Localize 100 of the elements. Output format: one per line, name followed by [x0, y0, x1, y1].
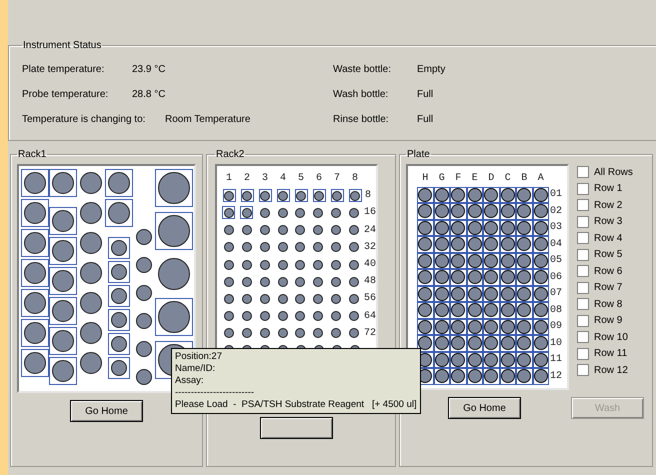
tube-slot[interactable] — [348, 326, 361, 340]
tube-slot[interactable] — [21, 169, 49, 197]
plate-well[interactable] — [483, 302, 500, 318]
checkbox[interactable] — [577, 199, 589, 212]
plate-well[interactable] — [434, 203, 450, 220]
plate-well[interactable] — [483, 286, 500, 302]
tube-slot[interactable] — [222, 326, 236, 340]
checkbox[interactable] — [577, 265, 589, 278]
checkbox[interactable] — [577, 166, 589, 178]
tube-slot[interactable] — [108, 261, 130, 283]
checkbox[interactable] — [577, 182, 589, 195]
plate-well[interactable] — [532, 186, 549, 203]
plate-well[interactable] — [516, 203, 532, 220]
plate-well[interactable] — [532, 352, 549, 368]
tube-slot[interactable] — [312, 206, 325, 220]
tube-slot[interactable] — [294, 326, 307, 340]
plate-well[interactable] — [532, 236, 549, 252]
tube-slot[interactable] — [240, 292, 254, 306]
plate-well[interactable] — [532, 335, 549, 352]
tube-slot[interactable] — [258, 258, 272, 272]
tube-slot[interactable] — [312, 326, 325, 340]
plate-well[interactable] — [532, 203, 549, 220]
tube-slot[interactable] — [222, 189, 236, 202]
tube-slot[interactable] — [258, 206, 272, 220]
tube-slot[interactable] — [105, 199, 133, 227]
plate-well[interactable] — [516, 318, 532, 335]
plate-well[interactable] — [434, 220, 450, 236]
tube-slot[interactable] — [21, 289, 49, 317]
tube-slot[interactable] — [108, 309, 130, 331]
plate-well[interactable] — [417, 203, 434, 220]
tube-slot[interactable] — [49, 297, 77, 325]
plate-well[interactable] — [532, 302, 549, 318]
tube-slot[interactable] — [240, 326, 254, 340]
tube-slot[interactable] — [312, 292, 325, 306]
checkbox[interactable] — [577, 282, 589, 294]
tube-slot[interactable] — [294, 258, 307, 272]
plate-well[interactable] — [417, 286, 434, 302]
tube-slot[interactable] — [312, 258, 325, 272]
tube-slot[interactable] — [240, 189, 254, 202]
tube-slot[interactable] — [348, 189, 362, 202]
plate-well[interactable] — [483, 186, 500, 203]
tube-slot[interactable] — [276, 292, 290, 306]
tube-slot[interactable] — [312, 189, 326, 202]
plate-well[interactable] — [466, 203, 483, 220]
plate-well[interactable] — [466, 286, 483, 302]
tube-slot[interactable] — [348, 240, 361, 254]
tube-slot[interactable] — [276, 258, 290, 272]
plate-well[interactable] — [483, 236, 500, 252]
checkbox[interactable] — [577, 298, 589, 310]
tube-slot[interactable] — [222, 292, 236, 306]
checkbox[interactable] — [577, 364, 589, 376]
tube-slot[interactable] — [222, 240, 236, 254]
tube-slot[interactable] — [294, 310, 307, 323]
tube-slot[interactable] — [240, 275, 254, 288]
tube-slot[interactable] — [312, 240, 325, 254]
tube-slot[interactable] — [155, 212, 193, 250]
tube-slot[interactable] — [294, 206, 307, 220]
tube-slot[interactable] — [258, 275, 272, 288]
plate-well[interactable] — [434, 335, 450, 352]
plate-well[interactable] — [434, 368, 450, 384]
plate-well[interactable] — [483, 318, 500, 335]
action-button[interactable]: Go Home — [448, 397, 521, 419]
tube-slot[interactable] — [222, 310, 236, 323]
tube-slot[interactable] — [258, 292, 272, 306]
plate-well[interactable] — [466, 186, 483, 203]
checkbox[interactable] — [577, 216, 589, 228]
tube-slot[interactable] — [21, 199, 49, 227]
go-home-button[interactable] — [260, 417, 333, 439]
plate-well[interactable] — [516, 368, 532, 384]
plate-well[interactable] — [417, 302, 434, 318]
plate-well[interactable] — [516, 335, 532, 352]
tube-slot[interactable] — [258, 240, 272, 254]
tube-slot[interactable] — [258, 310, 272, 323]
plate-well[interactable] — [450, 252, 466, 269]
tube-slot[interactable] — [294, 275, 307, 288]
tube-slot[interactable] — [294, 224, 307, 237]
tube-slot[interactable] — [21, 349, 49, 377]
tube-slot[interactable] — [49, 207, 77, 235]
plate-well[interactable] — [516, 220, 532, 236]
tube-slot[interactable] — [330, 189, 344, 202]
plate-well[interactable] — [434, 236, 450, 252]
tube-slot[interactable] — [294, 240, 307, 254]
plate-well[interactable] — [500, 335, 516, 352]
plate-well[interactable] — [532, 220, 549, 236]
tube-slot[interactable] — [105, 169, 133, 197]
plate-well[interactable] — [450, 368, 466, 384]
checkbox[interactable] — [577, 331, 589, 344]
tube-slot[interactable] — [294, 292, 307, 306]
plate-well[interactable] — [483, 269, 500, 286]
tube-slot[interactable] — [330, 224, 343, 237]
tube-slot[interactable] — [258, 326, 272, 340]
tube-slot[interactable] — [258, 189, 272, 202]
plate-well[interactable] — [466, 318, 483, 335]
plate-well[interactable] — [466, 352, 483, 368]
tube-slot[interactable] — [240, 310, 254, 323]
go-home-button[interactable]: Go Home — [70, 400, 143, 422]
plate-well[interactable] — [532, 286, 549, 302]
plate-well[interactable] — [450, 335, 466, 352]
tube-slot[interactable] — [276, 240, 290, 254]
plate-well[interactable] — [516, 286, 532, 302]
